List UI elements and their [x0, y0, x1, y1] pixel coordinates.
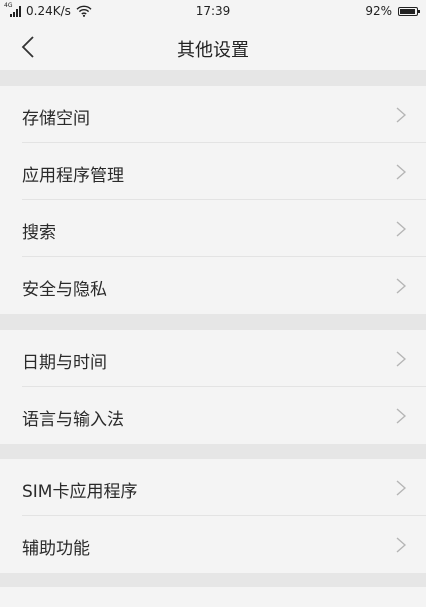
settings-item-accessibility[interactable]: 辅助功能 [0, 516, 426, 573]
chevron-right-icon [396, 408, 406, 424]
group-separator [0, 70, 426, 86]
settings-item-security-privacy[interactable]: 安全与隐私 [0, 257, 426, 314]
settings-item-storage[interactable]: 存储空间 [0, 86, 426, 143]
nav-bar: 其他设置 [0, 24, 426, 70]
battery-icon [398, 6, 420, 16]
settings-item-label: 应用程序管理 [22, 166, 124, 186]
settings-item-label: SIM卡应用程序 [22, 482, 138, 502]
group-separator [0, 314, 426, 330]
group-separator [0, 444, 426, 459]
chevron-right-icon [396, 537, 406, 553]
chevron-right-icon [396, 221, 406, 237]
chevron-right-icon [396, 107, 406, 123]
chevron-right-icon [396, 164, 406, 180]
status-bar: 4G 0.24K/s 17:39 92% [0, 0, 426, 24]
status-time: 17:39 [195, 4, 231, 18]
settings-item-label: 语言与输入法 [22, 410, 124, 430]
settings-item-label: 辅助功能 [22, 539, 90, 559]
settings-item-label: 安全与隐私 [22, 280, 107, 300]
chevron-right-icon [396, 278, 406, 294]
battery-fill [400, 8, 415, 14]
settings-item-sim-apps[interactable]: SIM卡应用程序 [0, 459, 426, 516]
group-separator [0, 573, 426, 587]
settings-item-partial[interactable] [0, 587, 426, 607]
settings-item-label: 存储空间 [22, 109, 90, 129]
page-title: 其他设置 [177, 40, 249, 61]
settings-item-label: 日期与时间 [22, 353, 107, 373]
status-right: 92% [365, 4, 420, 18]
settings-item-label: 搜索 [22, 223, 56, 243]
chevron-right-icon [396, 351, 406, 367]
settings-item-app-management[interactable]: 应用程序管理 [0, 143, 426, 200]
battery-percent: 92% [365, 4, 392, 18]
settings-item-search[interactable]: 搜索 [0, 200, 426, 257]
settings-item-language-input[interactable]: 语言与输入法 [0, 387, 426, 444]
settings-item-date-time[interactable]: 日期与时间 [0, 330, 426, 387]
chevron-right-icon [396, 480, 406, 496]
